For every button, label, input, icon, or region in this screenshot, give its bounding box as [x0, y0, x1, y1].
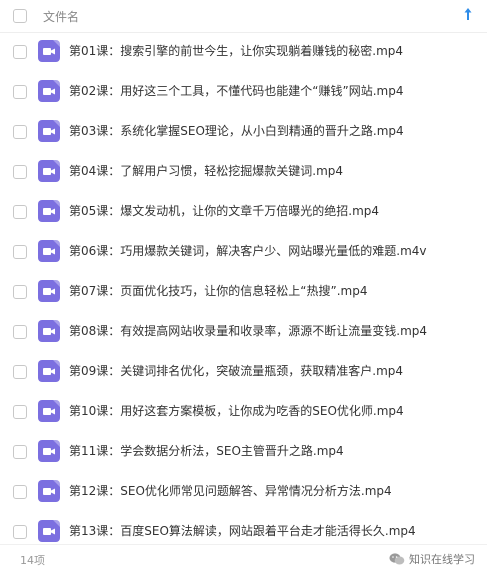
file-checkbox[interactable]: [13, 285, 27, 299]
video-file-icon: [38, 200, 60, 222]
video-file-icon: [38, 320, 60, 342]
file-row[interactable]: 第04课：了解用户习惯，轻松挖掘爆款关键词.mp4: [0, 153, 487, 193]
file-row[interactable]: 第02课：用好这三个工具，不懂代码也能建个“赚钱”网站.mp4: [0, 73, 487, 113]
file-row[interactable]: 第05课：爆文发动机，让你的文章千万倍曝光的绝招.mp4: [0, 193, 487, 233]
footer: 14项 知识在线学习: [0, 544, 487, 573]
video-file-icon: [38, 360, 60, 382]
file-name[interactable]: 第01课：搜索引擎的前世今生，让你实现躺着赚钱的秘密.mp4: [69, 33, 403, 69]
file-name[interactable]: 第12课：SEO优化师常见问题解答、异常情况分析方法.mp4: [69, 473, 392, 509]
video-file-icon: [38, 440, 60, 462]
video-file-icon: [38, 80, 60, 102]
video-file-icon: [38, 520, 60, 542]
video-file-icon: [38, 240, 60, 262]
file-checkbox[interactable]: [13, 325, 27, 339]
file-checkbox[interactable]: [13, 405, 27, 419]
file-name[interactable]: 第05课：爆文发动机，让你的文章千万倍曝光的绝招.mp4: [69, 193, 379, 229]
file-name[interactable]: 第07课：页面优化技巧，让你的信息轻松上“热搜”.mp4: [69, 273, 367, 309]
file-checkbox[interactable]: [13, 485, 27, 499]
video-file-icon: [38, 480, 60, 502]
file-checkbox[interactable]: [13, 525, 27, 539]
file-checkbox[interactable]: [13, 85, 27, 99]
watermark-text: 知识在线学习: [409, 553, 475, 566]
file-list: 第01课：搜索引擎的前世今生，让你实现躺着赚钱的秘密.mp4 第02课：用好这三个…: [0, 33, 487, 553]
video-file-icon: [38, 120, 60, 142]
file-name[interactable]: 第10课：用好这套方案模板，让你成为吃香的SEO优化师.mp4: [69, 393, 404, 429]
file-checkbox[interactable]: [13, 205, 27, 219]
file-row[interactable]: 第03课：系统化掌握SEO理论，从小白到精通的晋升之路.mp4: [0, 113, 487, 153]
item-count: 14项: [20, 554, 45, 567]
video-file-icon: [38, 160, 60, 182]
arrow-up-icon[interactable]: [463, 7, 473, 21]
watermark: 知识在线学习: [389, 550, 475, 568]
column-title-filename[interactable]: 文件名: [43, 8, 79, 25]
file-name[interactable]: 第11课：学会数据分析法，SEO主管晋升之路.mp4: [69, 433, 344, 469]
file-name[interactable]: 第03课：系统化掌握SEO理论，从小白到精通的晋升之路.mp4: [69, 113, 404, 149]
video-file-icon: [38, 280, 60, 302]
file-checkbox[interactable]: [13, 45, 27, 59]
file-row[interactable]: 第09课：关键词排名优化，突破流量瓶颈，获取精准客户.mp4: [0, 353, 487, 393]
file-name[interactable]: 第08课：有效提高网站收录量和收录率，源源不断让流量变钱.mp4: [69, 313, 427, 349]
file-row[interactable]: 第12课：SEO优化师常见问题解答、异常情况分析方法.mp4: [0, 473, 487, 513]
file-row[interactable]: 第08课：有效提高网站收录量和收录率，源源不断让流量变钱.mp4: [0, 313, 487, 353]
file-name[interactable]: 第04课：了解用户习惯，轻松挖掘爆款关键词.mp4: [69, 153, 343, 189]
video-file-icon: [38, 400, 60, 422]
file-row[interactable]: 第11课：学会数据分析法，SEO主管晋升之路.mp4: [0, 433, 487, 473]
list-header: 文件名: [0, 0, 487, 33]
file-checkbox[interactable]: [13, 245, 27, 259]
select-all-checkbox[interactable]: [13, 9, 27, 23]
file-name[interactable]: 第02课：用好这三个工具，不懂代码也能建个“赚钱”网站.mp4: [69, 73, 403, 109]
file-checkbox[interactable]: [13, 445, 27, 459]
file-checkbox[interactable]: [13, 365, 27, 379]
file-name[interactable]: 第06课：巧用爆款关键词，解决客户少、网站曝光量低的难题.m4v: [69, 233, 427, 269]
file-row[interactable]: 第07课：页面优化技巧，让你的信息轻松上“热搜”.mp4: [0, 273, 487, 313]
file-row[interactable]: 第01课：搜索引擎的前世今生，让你实现躺着赚钱的秘密.mp4: [0, 33, 487, 73]
file-checkbox[interactable]: [13, 165, 27, 179]
file-row[interactable]: 第10课：用好这套方案模板，让你成为吃香的SEO优化师.mp4: [0, 393, 487, 433]
wechat-logo-icon: [389, 553, 405, 565]
file-name[interactable]: 第09课：关键词排名优化，突破流量瓶颈，获取精准客户.mp4: [69, 353, 403, 389]
video-file-icon: [38, 40, 60, 62]
file-checkbox[interactable]: [13, 125, 27, 139]
file-row[interactable]: 第06课：巧用爆款关键词，解决客户少、网站曝光量低的难题.m4v: [0, 233, 487, 273]
